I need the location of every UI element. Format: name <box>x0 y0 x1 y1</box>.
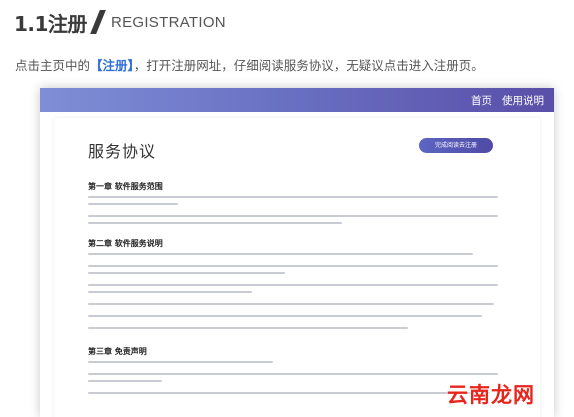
finish-reading-register-button[interactable]: 完成阅读去注册 <box>419 138 493 153</box>
text-line <box>88 203 179 205</box>
register-highlight: 【注册】 <box>90 58 134 73</box>
nav-home-link[interactable]: 首页 <box>471 93 492 108</box>
text-line <box>88 265 498 267</box>
text-line <box>88 284 498 286</box>
text-line <box>88 361 273 363</box>
intro-before: 点击主页中的 <box>15 58 91 73</box>
top-nav-bar: 首页 使用说明 <box>40 88 554 112</box>
text-line <box>88 392 490 394</box>
nav-links: 首页 使用说明 <box>471 88 544 112</box>
intro-text: 点击主页中的【注册】，打开注册网址，仔细阅读服务协议，无疑议点击进入注册页。 <box>15 55 484 74</box>
chapter-1-body <box>88 196 498 229</box>
text-line <box>88 315 482 317</box>
section-number: 1.1注册 <box>14 11 87 36</box>
chapter-2-heading: 第二章 软件服务说明 <box>88 239 163 248</box>
text-line <box>88 272 285 274</box>
section-english-title: REGISTRATION <box>110 13 226 31</box>
chapter-2-body <box>88 253 498 334</box>
text-line <box>88 222 343 224</box>
chapter-3-body <box>88 361 498 399</box>
text-line <box>88 215 498 217</box>
embedded-screenshot: 首页 使用说明 服务协议 完成阅读去注册 第一章 软件服务范围 第二章 软件服务… <box>40 88 554 417</box>
section-heading: 1.1注册 REGISTRATION <box>14 6 226 38</box>
text-line <box>88 253 474 255</box>
text-line <box>88 291 252 293</box>
text-line <box>88 380 162 382</box>
agreement-panel: 服务协议 完成阅读去注册 第一章 软件服务范围 第二章 软件服务说明 第三章 免… <box>54 118 540 417</box>
text-line <box>88 373 498 375</box>
text-line <box>88 303 494 305</box>
text-line <box>88 196 498 198</box>
chapter-1-heading: 第一章 软件服务范围 <box>88 182 163 191</box>
intro-after: ，打开注册网址，仔细阅读服务协议，无疑议点击进入注册页。 <box>133 58 484 73</box>
page-title: 服务协议 <box>88 142 157 161</box>
text-line <box>88 327 408 329</box>
slash-divider <box>90 10 106 34</box>
chapter-3-heading: 第三章 免责声明 <box>88 347 147 356</box>
watermark-logo: 云南龙网 <box>447 383 535 407</box>
nav-help-link[interactable]: 使用说明 <box>502 93 544 108</box>
